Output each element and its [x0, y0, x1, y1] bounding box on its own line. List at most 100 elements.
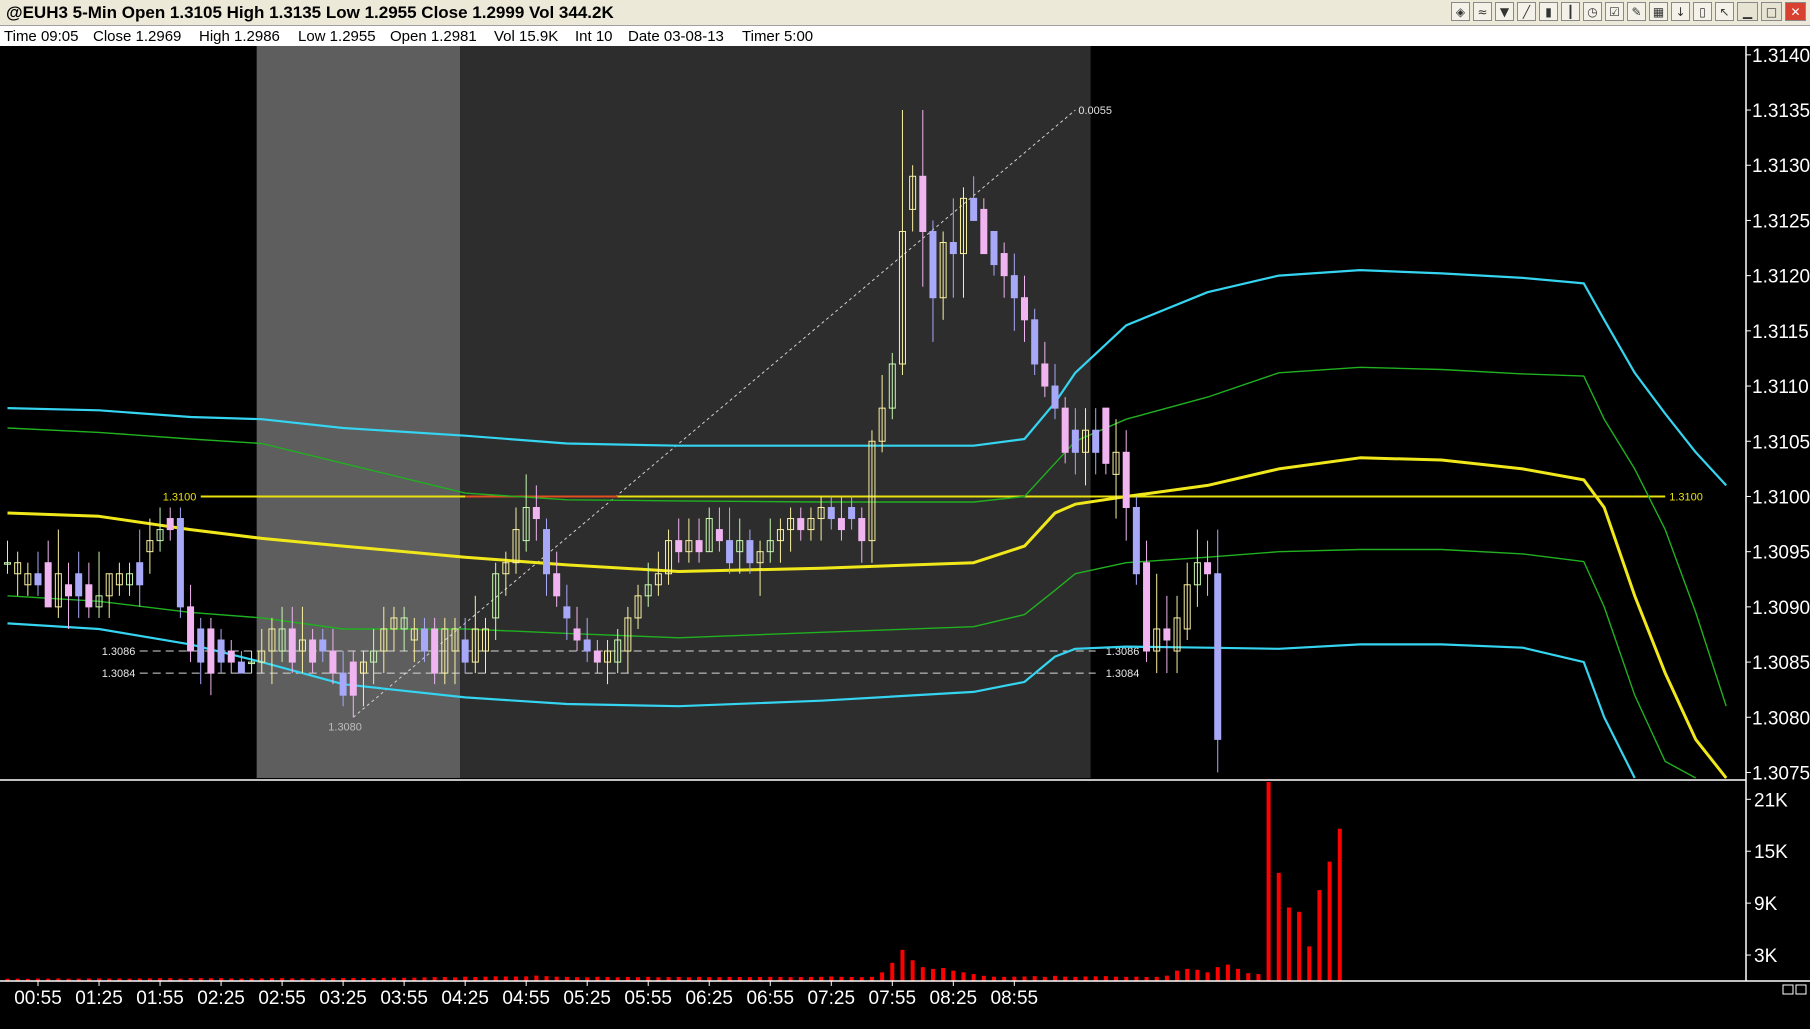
candle-body [1092, 429, 1100, 453]
info-high: High 1.2986 [199, 28, 280, 45]
candle-body [309, 639, 317, 663]
volume-tick-label: 9K [1754, 894, 1778, 915]
candle-body [1143, 562, 1151, 652]
volume-bar [890, 962, 895, 981]
level-label-left: 1.3100 [163, 491, 197, 503]
candle-body [1071, 429, 1079, 453]
candle-body [1051, 385, 1059, 409]
time-tick-label: 08:25 [930, 988, 978, 1009]
price-tick-label: 1.3130 [1752, 156, 1810, 177]
price-tick-label: 1.3115 [1752, 322, 1809, 343]
candle-body [949, 242, 957, 255]
candle-body [1031, 319, 1039, 365]
info-time: Time 09:05 [4, 28, 79, 45]
info-open: Open 1.2981 [390, 28, 477, 45]
pointer-icon[interactable]: ↖ [1715, 2, 1734, 21]
candle-body [349, 661, 357, 696]
time-tick-label: 01:25 [75, 988, 123, 1009]
price-tick-label: 1.3075 [1752, 763, 1810, 784]
maximize-icon[interactable]: □ [1761, 2, 1782, 21]
candle-body [288, 628, 296, 663]
time-tick-label: 02:25 [197, 988, 245, 1009]
time-tick-label: 00:55 [14, 988, 62, 1009]
candle-body [929, 230, 937, 299]
candle-body [136, 562, 144, 586]
trash-icon[interactable]: ▯ [1693, 2, 1712, 21]
time-tick-label: 08:55 [991, 988, 1039, 1009]
info-vol: Vol 15.9K [494, 28, 559, 45]
time-tick-label: 05:55 [624, 988, 672, 1009]
time-tick-label: 04:25 [441, 988, 489, 1009]
time-tick-label: 07:55 [869, 988, 917, 1009]
price-tick-label: 1.3080 [1752, 708, 1810, 729]
candle-body [197, 628, 205, 663]
measure-start-label: 1.3080 [328, 721, 362, 733]
volume-bar [1256, 974, 1261, 981]
volume-bar [1175, 970, 1180, 981]
candle-body [675, 540, 683, 553]
candle-body [75, 573, 83, 597]
clock-icon[interactable]: ◷ [1583, 2, 1602, 21]
candle-body [797, 518, 805, 531]
candle-body [461, 639, 469, 663]
time-tick-label: 03:55 [380, 988, 428, 1009]
chart-toolbar: ◈ ≈ ▼ ╱ ▮ ┃ ◷ ☑ ✎ ▦ ↓ ▯ ↖ ▁ □ ✕ [1451, 2, 1806, 23]
window-title-bar: @EUH3 5-Min Open 1.3105 High 1.3135 Low … [0, 0, 1810, 26]
volume-bar [1276, 872, 1281, 981]
volume-bar [941, 968, 946, 981]
minimize-icon[interactable]: ▁ [1737, 2, 1758, 21]
volume-bar [1195, 969, 1200, 981]
price-tick-label: 1.3095 [1752, 543, 1810, 564]
measure-end-label: 0.0055 [1078, 105, 1112, 117]
candle-body [593, 650, 601, 663]
candle-body [227, 650, 235, 663]
candle-body [1000, 253, 1008, 277]
close-icon[interactable]: ✕ [1785, 2, 1806, 21]
price-chart[interactable]: 1.30800.0055 1.3100 1.31001.3086 1.30861.3… [0, 46, 1810, 1029]
volume-bar [1164, 975, 1169, 981]
volume-bar [1297, 911, 1302, 981]
pencil-icon[interactable]: ✎ [1627, 2, 1646, 21]
candle-body [1102, 407, 1110, 464]
candle-body [1122, 451, 1130, 509]
volume-bar [1317, 890, 1322, 981]
volume-tick-label: 3K [1754, 946, 1778, 967]
calendar-icon[interactable]: ▦ [1649, 2, 1668, 21]
volume-bar [1215, 967, 1220, 981]
info-low: Low 1.2955 [298, 28, 376, 45]
drawing-icon[interactable]: ╱ [1517, 2, 1536, 21]
candle-body [858, 518, 866, 542]
candle-body [1041, 363, 1049, 387]
indicator-icon[interactable]: ≈ [1473, 2, 1492, 21]
candle-body [34, 573, 42, 586]
time-tick-label: 01:55 [136, 988, 184, 1009]
level-label-right: 1.3100 [1669, 491, 1703, 503]
volume-bar [1185, 968, 1190, 981]
level-label-right: 1.3084 [1106, 668, 1140, 680]
chart-type-icon[interactable]: ◈ [1451, 2, 1470, 21]
candle-body [980, 208, 988, 255]
checklist-icon[interactable]: ☑ [1605, 2, 1624, 21]
filter-icon[interactable]: ▼ [1495, 2, 1514, 21]
candle-body [166, 518, 174, 531]
bar-chart-icon[interactable]: ▮ [1539, 2, 1558, 21]
bar-info-strip: Time 09:05 Close 1.2969 High 1.2986 Low … [0, 26, 1810, 46]
time-tick-label: 07:25 [807, 988, 855, 1009]
candle-body [217, 639, 225, 663]
candle-body [970, 197, 978, 221]
price-tick-label: 1.3105 [1752, 432, 1810, 453]
arrow-down-icon[interactable]: ↓ [1671, 2, 1690, 21]
candle-body [1204, 562, 1212, 575]
volume-bar [1307, 946, 1312, 981]
level-label-left: 1.3086 [102, 646, 136, 658]
candle-icon[interactable]: ┃ [1561, 2, 1580, 21]
candle-body [319, 639, 327, 652]
candle-body [207, 628, 215, 674]
volume-bar [1286, 907, 1291, 981]
candle-body [1021, 297, 1028, 321]
candle-body [1061, 407, 1069, 453]
candle-body [837, 518, 845, 531]
candle-body [1010, 275, 1018, 299]
candle-body [583, 639, 591, 652]
time-tick-label: 02:55 [258, 988, 306, 1009]
